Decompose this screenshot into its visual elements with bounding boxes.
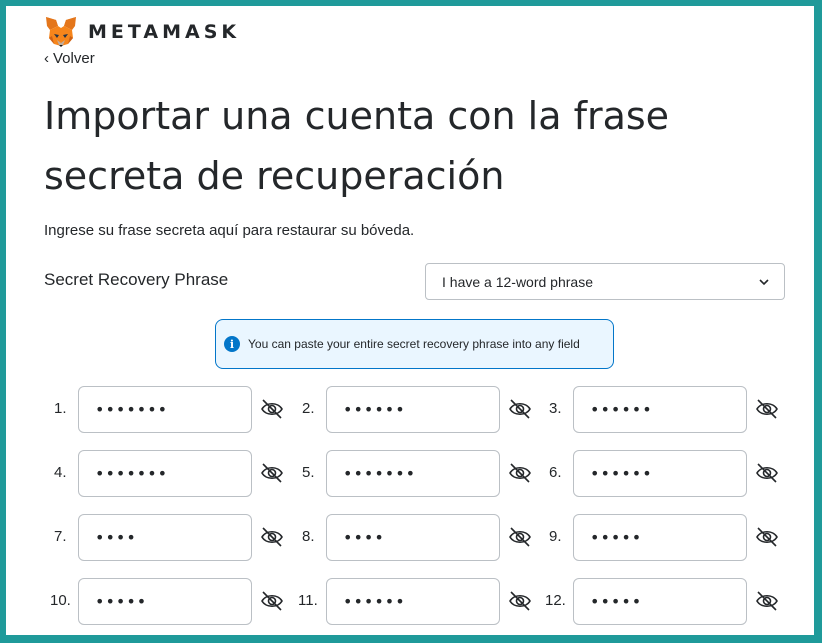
word-index: 1.	[54, 400, 67, 417]
word-index: 7.	[54, 528, 67, 545]
eye-slash-icon[interactable]	[508, 590, 532, 612]
word-input-4[interactable]: •••••••	[78, 450, 252, 497]
word-index: 10.	[50, 592, 71, 609]
phrase-length-dropdown[interactable]: I have a 12-word phrase	[425, 263, 785, 300]
srp-label: Secret Recovery Phrase	[44, 270, 229, 289]
eye-slash-icon[interactable]	[260, 398, 284, 420]
phrase-length-value: I have a 12-word phrase	[442, 273, 593, 290]
word-input-1[interactable]: •••••••	[78, 386, 252, 433]
brand-wordmark: METAMASK	[88, 21, 241, 43]
eye-slash-icon[interactable]	[260, 590, 284, 612]
page-subtitle: Ingrese su frase secreta aquí para resta…	[44, 222, 415, 239]
word-input-5[interactable]: •••••••	[326, 450, 500, 497]
eye-slash-icon[interactable]	[755, 590, 779, 612]
chevron-left-icon: ‹	[44, 50, 49, 67]
word-index: 4.	[54, 464, 67, 481]
word-index: 9.	[549, 528, 562, 545]
word-index: 2.	[302, 400, 315, 417]
word-input-12[interactable]: •••••	[573, 578, 747, 625]
chevron-down-icon	[759, 278, 769, 285]
word-input-7[interactable]: ••••	[78, 514, 252, 561]
word-index: 6.	[549, 464, 562, 481]
word-input-9[interactable]: •••••	[573, 514, 747, 561]
eye-slash-icon[interactable]	[260, 462, 284, 484]
word-input-6[interactable]: ••••••	[573, 450, 747, 497]
info-text: You can paste your entire secret recover…	[248, 337, 580, 351]
fox-logo-icon	[46, 17, 76, 47]
word-index: 3.	[549, 400, 562, 417]
eye-slash-icon[interactable]	[260, 526, 284, 548]
word-index: 5.	[302, 464, 315, 481]
eye-slash-icon[interactable]	[508, 462, 532, 484]
eye-slash-icon[interactable]	[755, 526, 779, 548]
paste-info-banner: i You can paste your entire secret recov…	[215, 319, 614, 369]
metamask-logo: METAMASK	[44, 16, 240, 48]
word-input-8[interactable]: ••••	[326, 514, 500, 561]
page-title: Importar una cuenta con la frase secreta…	[44, 94, 670, 198]
eye-slash-icon[interactable]	[508, 526, 532, 548]
eye-slash-icon[interactable]	[755, 462, 779, 484]
info-icon: i	[224, 336, 240, 352]
back-link[interactable]: ‹ Volver	[44, 50, 95, 67]
eye-slash-icon[interactable]	[508, 398, 532, 420]
word-index: 12.	[545, 592, 566, 609]
eye-slash-icon[interactable]	[755, 398, 779, 420]
word-input-11[interactable]: ••••••	[326, 578, 500, 625]
app-window: METAMASK ‹ Volver Importar una cuenta co…	[4, 4, 816, 637]
word-input-2[interactable]: ••••••	[326, 386, 500, 433]
word-index: 11.	[298, 592, 318, 609]
word-input-10[interactable]: •••••	[78, 578, 252, 625]
word-input-3[interactable]: ••••••	[573, 386, 747, 433]
word-index: 8.	[302, 528, 315, 545]
back-label: Volver	[53, 50, 95, 67]
